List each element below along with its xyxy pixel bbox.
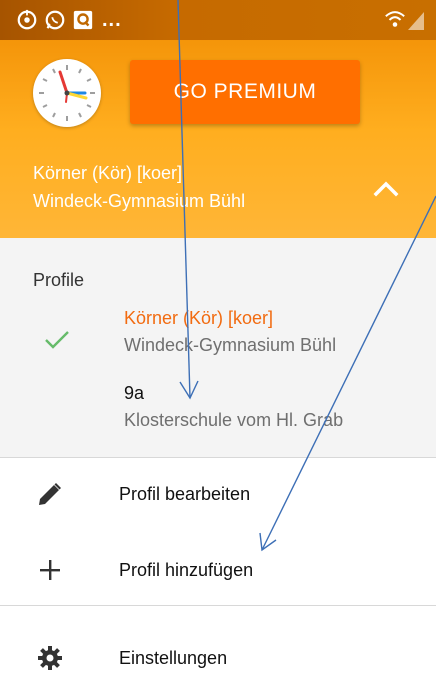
- add-profile-label: Profil hinzufügen: [119, 559, 254, 580]
- profile-name: 9a: [124, 383, 145, 403]
- plus-icon: [36, 556, 64, 584]
- profile-school: Windeck-Gymnasium Bühl: [124, 335, 337, 355]
- profile-school: Klosterschule vom Hl. Grab: [124, 410, 344, 430]
- signal-icon: [408, 12, 424, 30]
- status-left-icons: ...: [16, 6, 122, 34]
- whatsapp-icon: [45, 10, 65, 30]
- edit-profile-item[interactable]: Profil bearbeiten: [0, 466, 436, 522]
- divider: [0, 457, 436, 458]
- sync-icon: [17, 9, 37, 30]
- edit-profile-label: Profil bearbeiten: [119, 483, 251, 504]
- profile-name: Körner (Kör) [koer]: [124, 308, 274, 328]
- q-app-icon: [73, 10, 93, 30]
- settings-item[interactable]: Einstellungen: [0, 630, 436, 686]
- checkmark-icon: [45, 331, 69, 349]
- divider: [0, 605, 436, 606]
- profiles-section-title: Profile: [33, 270, 85, 290]
- profile-list: Profile Körner (Kör) [koer] Windeck-Gymn…: [0, 238, 436, 457]
- drawer-header: ... GO PREMIUM Körner (Kör) [koer] Winde…: [0, 0, 436, 238]
- add-profile-item[interactable]: Profil hinzufügen: [0, 542, 436, 598]
- chevron-up-icon: [373, 181, 399, 197]
- go-premium-button[interactable]: GO PREMIUM: [130, 60, 360, 124]
- status-overflow-text: ...: [102, 8, 122, 31]
- current-account-name: Körner (Kör) [koer]: [33, 163, 183, 183]
- wifi-icon: [385, 11, 405, 27]
- pencil-icon: [36, 480, 64, 508]
- collapse-profiles-button[interactable]: [364, 166, 408, 210]
- settings-label: Einstellungen: [119, 647, 228, 668]
- status-right-icons: [384, 8, 424, 30]
- app-logo-clock-icon: [33, 59, 101, 127]
- gear-icon: [36, 644, 64, 672]
- current-account-school: Windeck-Gymnasium Bühl: [33, 191, 246, 211]
- status-bar: ...: [0, 0, 436, 40]
